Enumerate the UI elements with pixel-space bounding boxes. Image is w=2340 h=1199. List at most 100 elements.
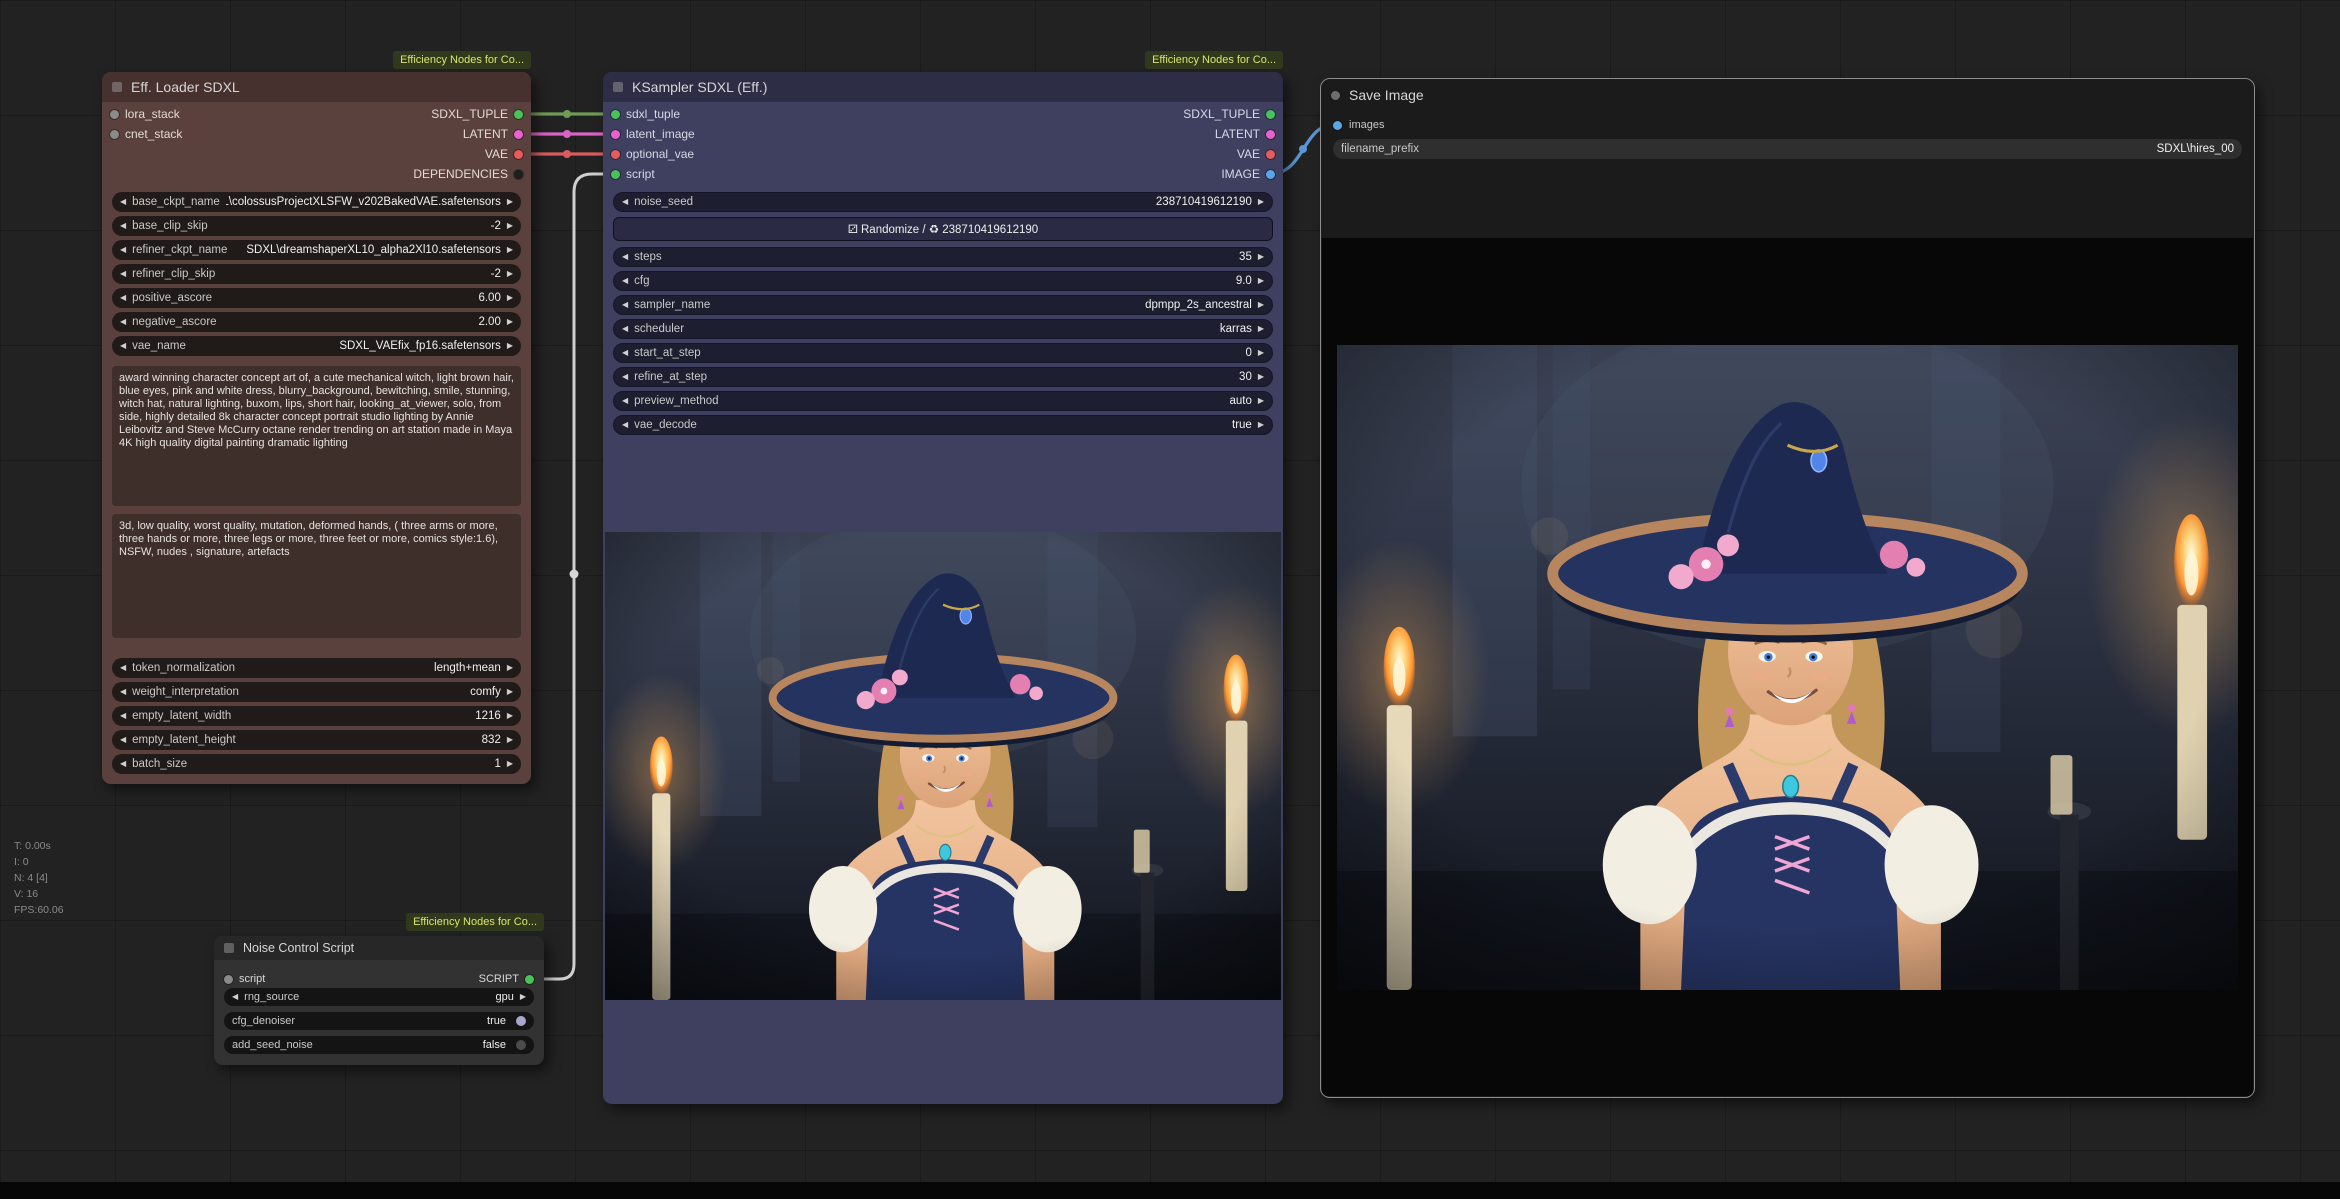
node-header[interactable]: KSampler SDXL (Eff.) bbox=[603, 72, 1283, 102]
input-port-script[interactable]: script bbox=[611, 167, 655, 181]
node-header[interactable]: Noise Control Script bbox=[214, 936, 544, 960]
widget-refiner-clip-skip[interactable]: ◀ refiner_clip_skip -2 ▶ bbox=[112, 264, 521, 284]
port-dot[interactable] bbox=[525, 975, 534, 984]
arrow-right-icon[interactable]: ▶ bbox=[507, 688, 513, 696]
arrow-left-icon[interactable]: ◀ bbox=[120, 736, 126, 744]
arrow-left-icon[interactable]: ◀ bbox=[120, 198, 126, 206]
arrow-right-icon[interactable]: ▶ bbox=[507, 664, 513, 672]
port-dot[interactable] bbox=[514, 170, 523, 179]
widget-scheduler[interactable]: ◀ scheduler karras ▶ bbox=[613, 319, 1273, 339]
output-port-image[interactable]: IMAGE bbox=[1221, 167, 1275, 181]
arrow-left-icon[interactable]: ◀ bbox=[232, 993, 238, 1001]
widget-filename-prefix[interactable]: filename_prefix SDXL\hires_00 bbox=[1333, 139, 2242, 159]
arrow-left-icon[interactable]: ◀ bbox=[120, 222, 126, 230]
arrow-right-icon[interactable]: ▶ bbox=[1258, 349, 1264, 357]
widget-vae-decode[interactable]: ◀ vae_decode true ▶ bbox=[613, 415, 1273, 435]
arrow-right-icon[interactable]: ▶ bbox=[1258, 397, 1264, 405]
arrow-left-icon[interactable]: ◀ bbox=[622, 349, 628, 357]
port-dot[interactable] bbox=[514, 150, 523, 159]
arrow-left-icon[interactable]: ◀ bbox=[622, 277, 628, 285]
arrow-left-icon[interactable]: ◀ bbox=[120, 664, 126, 672]
arrow-left-icon[interactable]: ◀ bbox=[120, 270, 126, 278]
output-port-sdxl-tuple[interactable]: SDXL_TUPLE bbox=[431, 107, 523, 121]
preview-image-container[interactable] bbox=[605, 532, 1281, 1000]
arrow-right-icon[interactable]: ▶ bbox=[520, 993, 526, 1001]
input-port-sdxl-tuple[interactable]: sdxl_tuple bbox=[611, 107, 680, 121]
arrow-right-icon[interactable]: ▶ bbox=[507, 342, 513, 350]
output-port-sdxl-tuple[interactable]: SDXL_TUPLE bbox=[1183, 107, 1275, 121]
input-dot-images[interactable] bbox=[1333, 121, 1342, 130]
toggle-icon[interactable] bbox=[516, 1040, 526, 1050]
widget-noise-seed[interactable]: ◀ noise_seed 238710419612190 ▶ bbox=[613, 192, 1273, 212]
widget-refiner-ckpt-name[interactable]: ◀ refiner_ckpt_name SDXL\dreamshaperXL10… bbox=[112, 240, 521, 260]
widget-negative-ascore[interactable]: ◀ negative_ascore 2.00 ▶ bbox=[112, 312, 521, 332]
arrow-left-icon[interactable]: ◀ bbox=[622, 373, 628, 381]
widget-refine-at-step[interactable]: ◀ refine_at_step 30 ▶ bbox=[613, 367, 1273, 387]
arrow-left-icon[interactable]: ◀ bbox=[622, 198, 628, 206]
arrow-right-icon[interactable]: ▶ bbox=[507, 736, 513, 744]
widget-empty-latent-width[interactable]: ◀ empty_latent_width 1216 ▶ bbox=[112, 706, 521, 726]
positive-prompt-textarea[interactable]: award winning character concept art of, … bbox=[112, 366, 521, 506]
port-dot[interactable] bbox=[611, 150, 620, 159]
port-dot[interactable] bbox=[1266, 110, 1275, 119]
arrow-right-icon[interactable]: ▶ bbox=[507, 760, 513, 768]
arrow-left-icon[interactable]: ◀ bbox=[622, 421, 628, 429]
widget-sampler-name[interactable]: ◀ sampler_name dpmpp_2s_ancestral ▶ bbox=[613, 295, 1273, 315]
port-dot[interactable] bbox=[1266, 170, 1275, 179]
port-dot[interactable] bbox=[514, 110, 523, 119]
output-port-latent[interactable]: LATENT bbox=[463, 127, 523, 141]
node-header[interactable]: Save Image bbox=[1321, 79, 2254, 111]
arrow-left-icon[interactable]: ◀ bbox=[622, 301, 628, 309]
input-port-optional-vae[interactable]: optional_vae bbox=[611, 147, 694, 161]
widget-batch-size[interactable]: ◀ batch_size 1 ▶ bbox=[112, 754, 521, 774]
port-dot[interactable] bbox=[1266, 150, 1275, 159]
collapse-icon[interactable] bbox=[613, 82, 623, 92]
arrow-right-icon[interactable]: ▶ bbox=[1258, 325, 1264, 333]
randomize-seed-button[interactable]: ⚂ Randomize / ♻ 238710419612190 bbox=[613, 217, 1273, 241]
saved-image-container[interactable] bbox=[1322, 238, 2253, 1096]
collapse-dot-icon[interactable] bbox=[1331, 91, 1340, 100]
widget-positive-ascore[interactable]: ◀ positive_ascore 6.00 ▶ bbox=[112, 288, 521, 308]
widget-weight-interpretation[interactable]: ◀ weight_interpretation comfy ▶ bbox=[112, 682, 521, 702]
output-port-latent[interactable]: LATENT bbox=[1215, 127, 1275, 141]
input-port-script[interactable]: script bbox=[224, 973, 265, 985]
node-noise-control-script[interactable]: Noise Control Script script SCRIPT ◀ rng… bbox=[214, 936, 544, 1065]
output-port-vae[interactable]: VAE bbox=[1237, 147, 1275, 161]
arrow-right-icon[interactable]: ▶ bbox=[507, 222, 513, 230]
arrow-right-icon[interactable]: ▶ bbox=[1258, 373, 1264, 381]
arrow-right-icon[interactable]: ▶ bbox=[507, 198, 513, 206]
output-port-vae[interactable]: VAE bbox=[485, 147, 523, 161]
arrow-right-icon[interactable]: ▶ bbox=[1258, 421, 1264, 429]
arrow-left-icon[interactable]: ◀ bbox=[120, 760, 126, 768]
input-port-lora-stack[interactable]: lora_stack bbox=[110, 107, 180, 121]
widget-base-clip-skip[interactable]: ◀ base_clip_skip -2 ▶ bbox=[112, 216, 521, 236]
port-dot[interactable] bbox=[611, 130, 620, 139]
port-dot[interactable] bbox=[514, 130, 523, 139]
arrow-left-icon[interactable]: ◀ bbox=[622, 253, 628, 261]
arrow-left-icon[interactable]: ◀ bbox=[622, 325, 628, 333]
input-port-latent-image[interactable]: latent_image bbox=[611, 127, 695, 141]
port-dot[interactable] bbox=[611, 110, 620, 119]
arrow-right-icon[interactable]: ▶ bbox=[507, 712, 513, 720]
widget-cfg[interactable]: ◀ cfg 9.0 ▶ bbox=[613, 271, 1273, 291]
widget-empty-latent-height[interactable]: ◀ empty_latent_height 832 ▶ bbox=[112, 730, 521, 750]
port-dot[interactable] bbox=[110, 130, 119, 139]
arrow-right-icon[interactable]: ▶ bbox=[507, 294, 513, 302]
node-ksampler-sdxl-eff[interactable]: KSampler SDXL (Eff.) sdxl_tuple SDXL_TUP… bbox=[603, 72, 1283, 1104]
comfyui-canvas[interactable]: Efficiency Nodes for Co... Efficiency No… bbox=[0, 0, 2340, 1199]
port-dot[interactable] bbox=[1266, 130, 1275, 139]
widget-base-ckpt-name[interactable]: ◀ base_ckpt_name SDXL\colossusProjectXLS… bbox=[112, 192, 521, 212]
port-dot[interactable] bbox=[611, 170, 620, 179]
arrow-left-icon[interactable]: ◀ bbox=[120, 342, 126, 350]
arrow-left-icon[interactable]: ◀ bbox=[622, 397, 628, 405]
input-port-cnet-stack[interactable]: cnet_stack bbox=[110, 127, 182, 141]
arrow-left-icon[interactable]: ◀ bbox=[120, 246, 126, 254]
arrow-right-icon[interactable]: ▶ bbox=[1258, 198, 1264, 206]
port-dot[interactable] bbox=[110, 110, 119, 119]
arrow-left-icon[interactable]: ◀ bbox=[120, 294, 126, 302]
widget-cfg-denoiser[interactable]: cfg_denoiser true bbox=[224, 1012, 534, 1030]
collapse-icon[interactable] bbox=[112, 82, 122, 92]
arrow-left-icon[interactable]: ◀ bbox=[120, 318, 126, 326]
arrow-right-icon[interactable]: ▶ bbox=[1258, 277, 1264, 285]
arrow-left-icon[interactable]: ◀ bbox=[120, 688, 126, 696]
